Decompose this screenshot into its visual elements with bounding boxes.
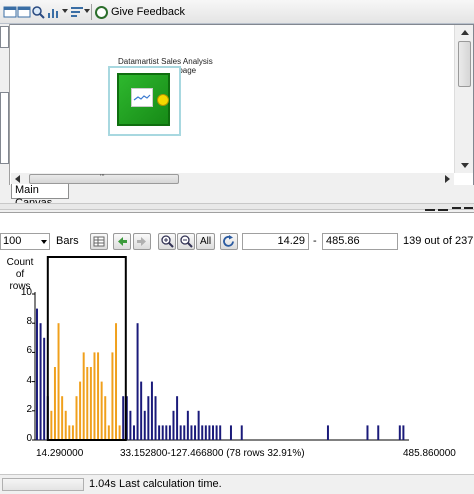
line-chart-icon (131, 88, 153, 107)
left-panel-box (0, 26, 9, 48)
refresh-icon (223, 235, 234, 247)
chart-type-icon[interactable] (47, 5, 61, 19)
x-min-label: 14.290000 (36, 448, 84, 459)
zoom-out-icon (180, 235, 193, 248)
zoom-icon[interactable] (31, 5, 45, 19)
status-bar: 1.04s Last calculation time. (0, 474, 474, 494)
refresh-button[interactable] (220, 233, 238, 250)
sort-dropdown-icon[interactable] (84, 9, 90, 13)
chart-type-dropdown-icon[interactable] (62, 9, 68, 13)
give-feedback-label: Give Feedback (111, 6, 185, 18)
scroll-right-icon[interactable] (445, 175, 450, 183)
range-min-input[interactable]: 14.29 (242, 233, 309, 250)
y-tick-label: 0 (26, 433, 32, 444)
y-tick-label: 4 (26, 374, 32, 386)
zoom-out-button[interactable] (177, 233, 195, 250)
scroll-left-icon[interactable] (15, 175, 20, 183)
histogram-panel (0, 212, 474, 474)
zoom-all-button[interactable]: All (196, 233, 215, 250)
restore-pane-icon[interactable] (438, 209, 448, 211)
window-alt-icon[interactable] (17, 5, 31, 19)
zoom-in-button[interactable] (158, 233, 176, 250)
row-count-label: 139 out of 237 r (403, 235, 474, 247)
back-button[interactable] (113, 233, 131, 250)
node-output-connector[interactable] (157, 94, 169, 106)
y-tick-label: 2 (26, 403, 32, 415)
canvas-tab-bar (0, 185, 474, 199)
y-tick-label: 6 (26, 345, 32, 357)
y-tick-label: 10 (20, 287, 32, 298)
scroll-grip: ''' (100, 173, 105, 182)
zoom-in-icon (161, 235, 174, 248)
canvas-horizontal-scrollbar[interactable]: ''' (11, 173, 454, 185)
selection-range-label: 33.152800-127.466800 (78 rows 32.91%) (120, 448, 305, 459)
scroll-up-icon[interactable] (461, 30, 469, 35)
forward-button[interactable] (133, 233, 151, 250)
node-title: Datamartist Sales Analysis (118, 57, 213, 66)
status-text: 1.04s Last calculation time. (89, 478, 222, 490)
y-tick-label: 8 (26, 316, 32, 328)
horizontal-scroll-thumb[interactable]: ''' (29, 173, 179, 184)
bars-label: Bars (56, 235, 79, 247)
left-panel-strip (0, 24, 10, 198)
vertical-scroll-thumb[interactable] (458, 41, 471, 87)
canvas-vertical-scrollbar[interactable] (454, 25, 473, 173)
left-panel-box-lower (0, 92, 9, 164)
status-progress-bar (2, 478, 84, 491)
main-canvas[interactable] (11, 25, 454, 173)
tab-main-canvas[interactable]: Main Canvas (11, 184, 69, 209)
feedback-icon (95, 5, 108, 19)
minimize-pane-icon[interactable] (425, 209, 435, 211)
scroll-down-icon[interactable] (461, 163, 469, 168)
x-max-label: 485.860000 (403, 448, 456, 459)
bins-count-value: 100 (3, 235, 22, 247)
toolbar-separator (91, 4, 92, 20)
range-separator: - (313, 235, 317, 247)
sort-icon[interactable] (70, 5, 84, 19)
pane-splitter[interactable] (0, 203, 474, 210)
bins-count-select[interactable]: 100 (0, 233, 50, 250)
window-icon[interactable] (3, 5, 17, 19)
main-toolbar: Give Feedback (0, 0, 474, 24)
table-view-button[interactable] (90, 233, 108, 250)
give-feedback-button[interactable]: Give Feedback (95, 3, 189, 21)
table-icon (93, 236, 105, 247)
arrow-left-icon (118, 237, 127, 246)
range-max-input[interactable]: 485.86 (322, 233, 398, 250)
chevron-down-icon (41, 240, 47, 244)
arrow-right-icon (137, 237, 146, 246)
